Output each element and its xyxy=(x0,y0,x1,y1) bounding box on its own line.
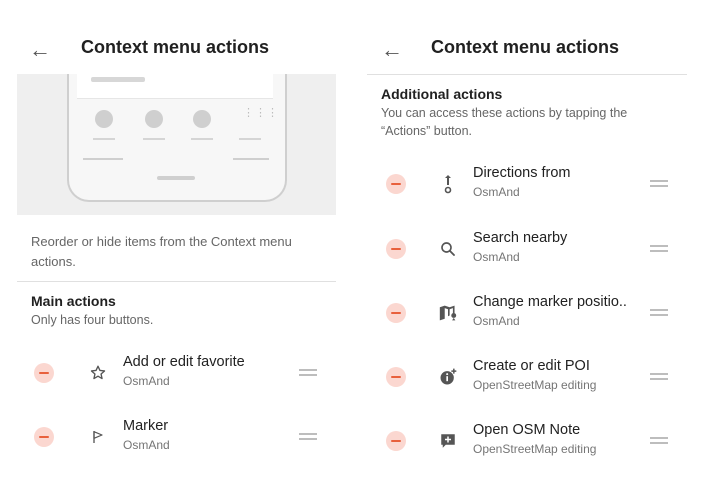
list-item[interactable]: Marker OsmAnd xyxy=(0,418,352,478)
directions-from-icon xyxy=(437,172,459,196)
item-title: Open OSM Note xyxy=(473,422,581,438)
left-screen: ← Context menu actions ⋮⋮⋮ Reorder or hi… xyxy=(0,0,352,500)
toolbar: ← Context menu actions xyxy=(0,0,352,74)
description: Reorder or hide items from the Context m… xyxy=(31,234,292,269)
list-item[interactable]: Open OSM Note OpenStreetMap editing xyxy=(352,422,703,482)
section-subtitle: Only has four buttons. xyxy=(31,313,154,327)
star-icon xyxy=(87,361,109,385)
remove-button[interactable] xyxy=(386,367,406,387)
item-title: Search nearby xyxy=(473,230,568,246)
list-item[interactable]: Add or edit favorite OsmAnd xyxy=(0,354,352,414)
item-subtitle: OsmAnd xyxy=(473,250,520,264)
list-item[interactable]: Search nearby OsmAnd xyxy=(352,230,703,290)
item-title: Marker xyxy=(123,418,169,434)
list-item[interactable]: Directions from OsmAnd xyxy=(352,165,703,225)
remove-button[interactable] xyxy=(386,431,406,451)
drag-handle-icon[interactable] xyxy=(299,430,317,442)
page-title: Context menu actions xyxy=(81,37,270,57)
remove-button[interactable] xyxy=(386,239,406,259)
item-subtitle: OsmAnd xyxy=(123,374,170,388)
remove-button[interactable] xyxy=(386,303,406,323)
drag-handle-icon[interactable] xyxy=(299,366,317,378)
drag-handle-icon[interactable] xyxy=(650,177,668,189)
back-arrow-icon[interactable]: ← xyxy=(380,36,404,64)
osm-note-add-icon xyxy=(437,429,459,453)
remove-button[interactable] xyxy=(386,174,406,194)
mockup-button-2 xyxy=(145,110,163,128)
remove-button[interactable] xyxy=(34,427,54,447)
mockup-card xyxy=(77,74,273,99)
mockup-home-bar xyxy=(157,176,195,180)
drag-handle-icon[interactable] xyxy=(650,242,668,254)
right-screen: ← Context menu actions Additional action… xyxy=(352,0,703,500)
drag-handle-icon[interactable] xyxy=(650,306,668,318)
phone-mockup: ⋮⋮⋮ xyxy=(67,74,287,202)
page-title: Context menu actions xyxy=(431,37,620,57)
flag-icon xyxy=(87,425,109,449)
section-title: Main actions xyxy=(31,293,116,309)
item-title: Create or edit POI xyxy=(473,358,590,374)
mockup-button-3 xyxy=(193,110,211,128)
list-item[interactable]: Change marker positio.. OsmAnd xyxy=(352,294,703,354)
section-subtitle: You can access these actions by tapping … xyxy=(381,106,628,138)
mockup-more-icon: ⋮⋮⋮ xyxy=(243,107,279,119)
item-title: Add or edit favorite xyxy=(123,354,245,370)
list-item[interactable]: Create or edit POI OpenStreetMap editing xyxy=(352,358,703,418)
item-title: Directions from xyxy=(473,165,571,181)
drag-handle-icon[interactable] xyxy=(650,370,668,382)
item-subtitle: OpenStreetMap editing xyxy=(473,378,597,392)
search-icon xyxy=(437,237,459,261)
divider xyxy=(17,281,336,282)
item-subtitle: OsmAnd xyxy=(473,185,520,199)
remove-button[interactable] xyxy=(34,363,54,383)
toolbar-divider xyxy=(367,74,687,75)
mockup-button-1 xyxy=(95,110,113,128)
toolbar: ← Context menu actions xyxy=(352,0,703,74)
back-arrow-icon[interactable]: ← xyxy=(28,36,52,64)
item-subtitle: OsmAnd xyxy=(123,438,170,452)
map-marker-move-icon xyxy=(437,301,459,325)
item-title: Change marker positio.. xyxy=(473,294,627,310)
item-subtitle: OpenStreetMap editing xyxy=(473,442,597,456)
context-menu-illustration: ⋮⋮⋮ xyxy=(17,74,336,215)
item-subtitle: OsmAnd xyxy=(473,314,520,328)
drag-handle-icon[interactable] xyxy=(650,434,668,446)
section-title: Additional actions xyxy=(381,86,503,102)
poi-edit-icon xyxy=(437,365,459,389)
